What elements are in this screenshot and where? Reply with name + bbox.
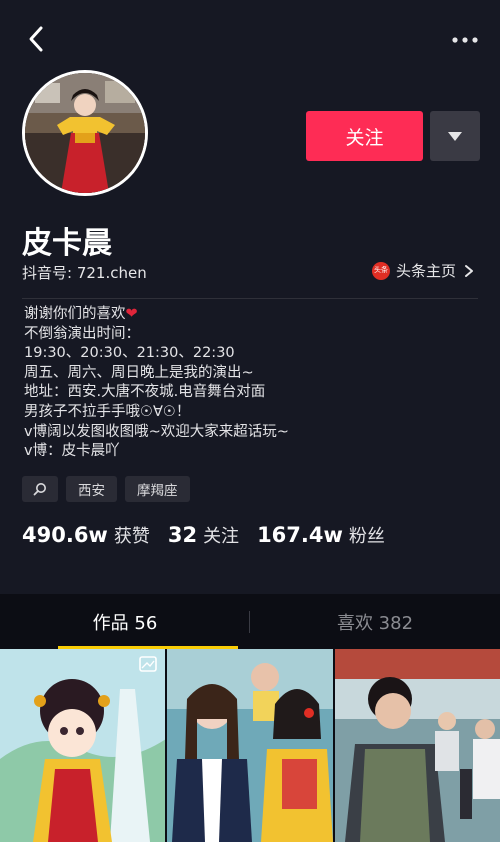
tag-location[interactable]: 西安: [66, 476, 117, 502]
stat-following-count: 32: [167, 523, 198, 547]
avatar[interactable]: [22, 70, 148, 196]
stat-following-label: 关注: [203, 526, 240, 547]
profile-stats: 490.6w 获赞 32 关注 167.4w 粉丝: [22, 522, 403, 548]
stat-fans[interactable]: 167.4w 粉丝: [257, 522, 385, 548]
tab-works-label: 作品 56: [92, 612, 158, 634]
bio-line-4: 周五、周六、周日晚上是我的演出~: [24, 364, 254, 381]
bio-line-1: 谢谢你们的喜欢❤: [24, 306, 138, 322]
tag-zodiac[interactable]: 摩羯座: [125, 476, 190, 502]
video-grid: [0, 649, 500, 842]
people-thumbnail-image: [167, 649, 333, 842]
bio-line-3: 19:30、20:30、21:30、22:30: [24, 345, 235, 362]
douyin-id: 抖音号: 721.chen: [22, 264, 147, 282]
content-tabs: 作品 56 喜欢 382: [0, 594, 500, 649]
tag-search[interactable]: [22, 476, 58, 502]
toutiao-homepage-link[interactable]: 头条 头条主页: [371, 260, 476, 281]
street-thumbnail-image: [334, 649, 500, 842]
tab-likes-label: 喜欢 382: [336, 612, 414, 634]
heart-icon: ❤: [125, 306, 138, 322]
toutiao-label: 头条主页: [395, 262, 456, 280]
tab-likes[interactable]: 喜欢 382: [250, 594, 500, 649]
video-thumbnail[interactable]: [334, 649, 500, 842]
stat-fans-count: 167.4w: [257, 523, 343, 547]
chevron-right-icon: [465, 264, 473, 277]
stat-fans-label: 粉丝: [348, 526, 385, 547]
search-icon: [33, 483, 46, 496]
stat-likes[interactable]: 490.6w 获赞: [22, 522, 150, 548]
avatar-image: [25, 73, 145, 193]
divider: [22, 298, 478, 299]
stat-likes-count: 490.6w: [22, 523, 108, 547]
video-thumbnail[interactable]: [167, 649, 333, 842]
bio: 谢谢你们的喜欢❤ 不倒翁演出时间： 19:30、20:30、21:30、22:3…: [24, 305, 289, 462]
bio-line-6: 男孩子不拉手手哦☉∀☉！: [24, 403, 191, 420]
bio-line-5: 地址：西安.大唐不夜城.电音舞台对面: [24, 384, 266, 401]
more-dots-icon[interactable]: [450, 30, 480, 50]
triangle-down-icon: [448, 131, 462, 141]
follow-button[interactable]: 关注: [306, 111, 423, 161]
toutiao-logo-icon: 头条: [371, 261, 390, 280]
follow-dropdown-button[interactable]: [430, 111, 480, 161]
video-thumbnail[interactable]: [0, 649, 166, 842]
bio-line-2: 不倒翁演出时间：: [24, 325, 140, 342]
bio-line-8: v博：皮卡晨吖: [24, 443, 120, 460]
stat-likes-label: 获赞: [113, 526, 150, 547]
top-bar: [0, 0, 500, 80]
nickname: 皮卡晨: [22, 226, 112, 261]
tab-works[interactable]: 作品 56: [0, 594, 250, 649]
cartoon-thumbnail-image: [0, 649, 166, 842]
chevron-left-icon[interactable]: [22, 24, 52, 54]
bio-line-7: v博阔以发图收图哦~欢迎大家来超话玩~: [24, 423, 289, 440]
profile-tags: 西安 摩羯座: [22, 476, 190, 502]
stat-following[interactable]: 32 关注: [168, 522, 239, 548]
